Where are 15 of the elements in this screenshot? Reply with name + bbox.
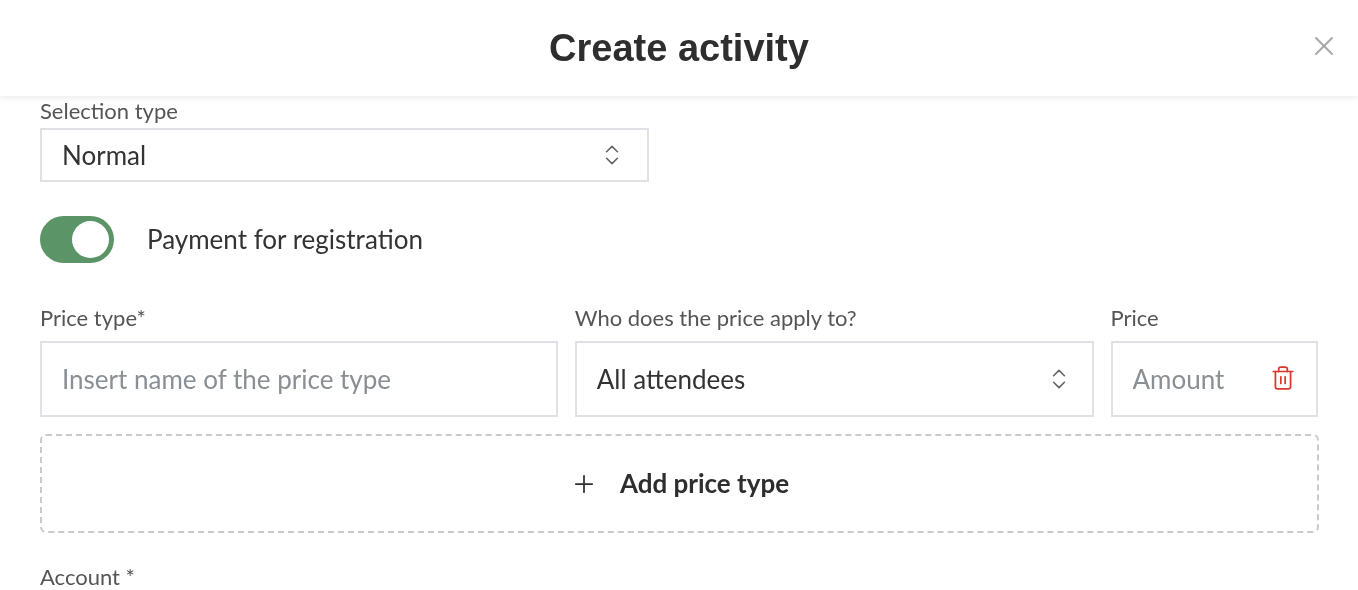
delete-button[interactable]: [1270, 365, 1296, 391]
toggle-label: Payment for registration: [147, 222, 423, 257]
add-price-type-button[interactable]: Add price type: [40, 434, 1319, 533]
field-label: Price type*: [40, 305, 147, 331]
field-label: Account *: [40, 564, 136, 590]
amount-input[interactable]: Amount: [1110, 341, 1318, 417]
price-type-field[interactable]: Insert name of the price type: [40, 341, 558, 417]
toggle-switch[interactable]: [40, 216, 114, 263]
trash-icon: [1270, 365, 1296, 391]
select-field[interactable]: Normal: [40, 128, 649, 182]
field-label: Who does the price apply to?: [574, 305, 858, 331]
field-label: Selection type: [40, 98, 179, 124]
field-label: Price: [1110, 305, 1160, 331]
select-field[interactable]: All attendees: [574, 341, 1094, 417]
dialog-title: Create activity: [549, 25, 809, 71]
